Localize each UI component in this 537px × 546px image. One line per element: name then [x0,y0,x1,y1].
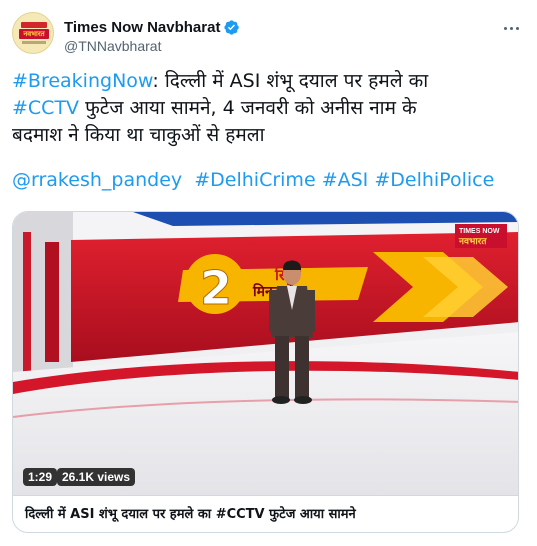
tweet-line-3: बदमाश ने किया था चाकुओं से हमला [12,124,265,146]
tweet-header: नवभारत Times Now Navbharat @TNNavbharat [12,12,525,60]
tweet-mentions: @rrakesh_pandey #DelhiCrime #ASI #DelhiP… [12,167,512,194]
mention-rrakesh-pandey[interactable]: @rrakesh_pandey [12,169,182,191]
media-card[interactable]: 2 सिर्फ मिनट में TIMES NOW नवभारत [12,211,519,533]
avatar-logo-bar [21,22,47,28]
tweet-line-1: #BreakingNow: दिल्ली में ASI शंभू दयाल प… [12,70,429,92]
author-info: Times Now Navbharat @TNNavbharat [64,17,240,54]
display-name[interactable]: Times Now Navbharat [64,19,220,36]
video-frame: 2 सिर्फ मिनट में TIMES NOW नवभारत [13,212,518,495]
tweet[interactable]: नवभारत Times Now Navbharat @TNNavbharat … [0,0,537,546]
media-caption[interactable]: दिल्ली में ASI शंभू दयाल पर हमले का #CCT… [13,495,518,532]
video-player[interactable]: 2 सिर्फ मिनट में TIMES NOW नवभारत [13,212,518,495]
tweet-line-2: #CCTV फुटेज आया सामने, 4 जनवरी को अनीस न… [12,97,417,119]
video-views: 26.1K views [57,468,136,486]
hashtag-breakingnow[interactable]: #BreakingNow [12,70,152,92]
handle[interactable]: @TNNavbharat [64,38,240,54]
hashtag-delhicrime[interactable]: #DelhiCrime [194,169,315,191]
screen-digit: 2 [200,261,232,315]
hashtag-cctv[interactable]: #CCTV [12,97,79,119]
verified-badge-icon [224,19,240,35]
channel-logo-top: TIMES NOW [459,228,500,235]
hashtag-asi[interactable]: #ASI [322,169,369,191]
channel-logo-bottom: नवभारत [458,237,487,247]
avatar-logo-tagline [22,41,46,44]
more-options-icon[interactable] [499,16,523,40]
hashtag-delhipolice[interactable]: #DelhiPolice [374,169,494,191]
video-duration: 1:29 [23,468,58,486]
avatar-logo-text: नवभारत [23,30,45,38]
tweet-text: #BreakingNow: दिल्ली में ASI शंभू दयाल प… [12,68,512,194]
avatar[interactable]: नवभारत [12,12,54,54]
